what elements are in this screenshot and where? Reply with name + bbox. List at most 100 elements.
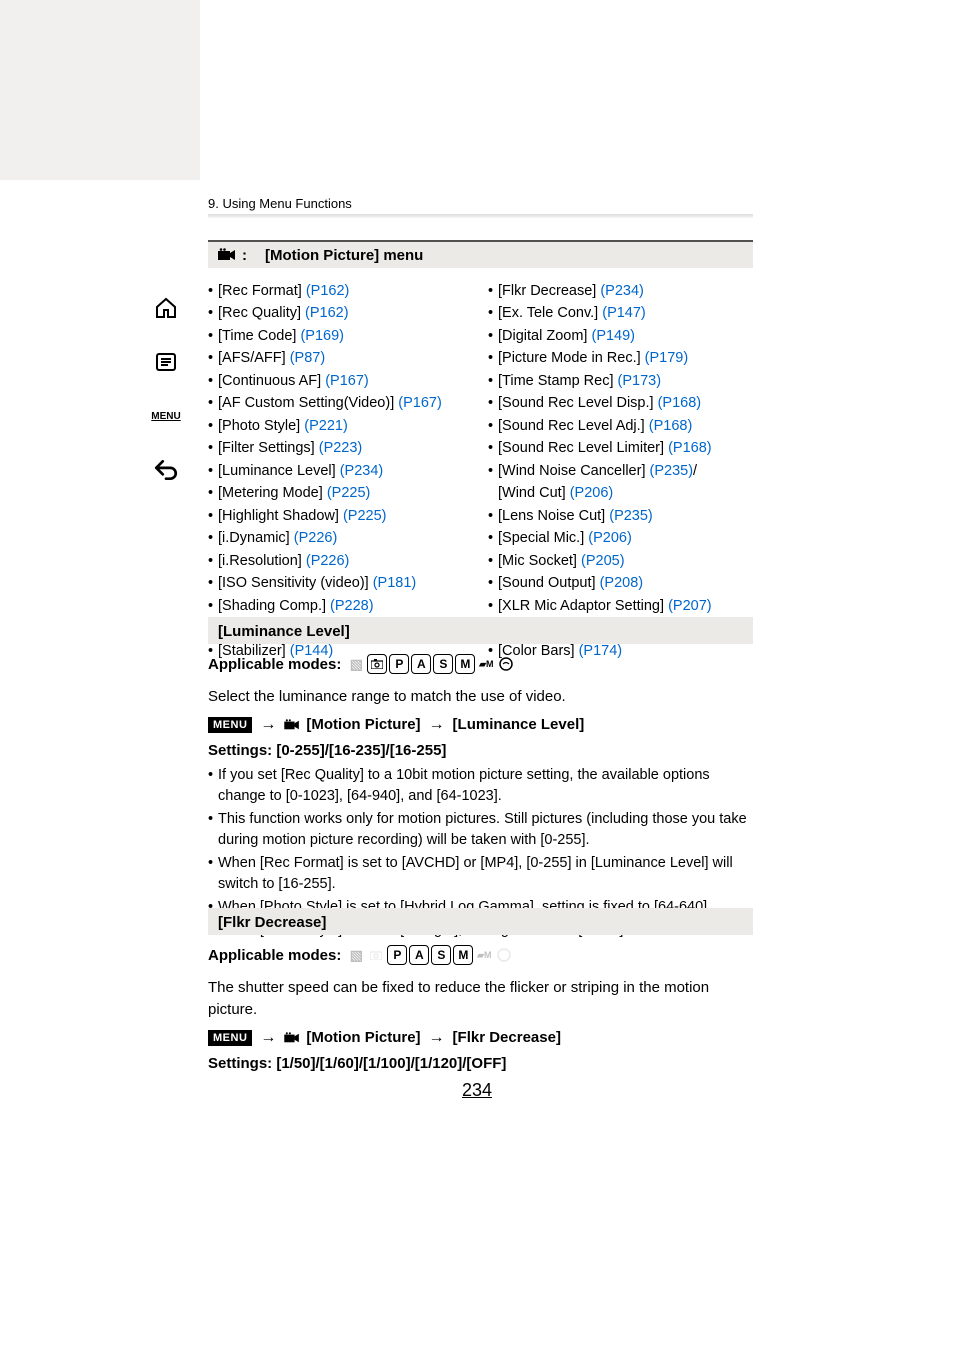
applicable-modes-row: Applicable modes: ▧ P A S M ▰M: [208, 945, 753, 965]
page-ref-link[interactable]: (P167): [398, 395, 442, 411]
item-label: [Sound Rec Level Disp.]: [498, 395, 658, 411]
item-text: [Photo Style] (P221): [218, 415, 348, 437]
list-item: •[Highlight Shadow] (P225): [208, 505, 488, 527]
page-ref-link[interactable]: (P228): [330, 598, 374, 614]
side-nav: MENU: [148, 290, 194, 506]
bullet-icon: •: [488, 415, 498, 437]
page-ref-link[interactable]: (P221): [304, 418, 348, 434]
page-ref-link[interactable]: (P167): [325, 373, 369, 389]
path-segment: [Flkr Decrease]: [453, 1029, 561, 1046]
page-ref-link[interactable]: (P181): [373, 575, 417, 591]
mode-s: S: [433, 654, 453, 674]
page-ref-link[interactable]: (P225): [343, 508, 387, 524]
page-ref-link[interactable]: (P235): [650, 463, 694, 479]
back-icon[interactable]: [148, 452, 184, 488]
list-item: •[Digital Zoom] (P149): [488, 325, 768, 347]
path-segment: [Motion Picture]: [306, 716, 420, 733]
item-label: [ISO Sensitivity (video)]: [218, 575, 373, 591]
page-ref-link[interactable]: (P179): [645, 350, 689, 366]
page-ref-link[interactable]: (P205): [581, 553, 625, 569]
item-text: [Filter Settings] (P223): [218, 437, 362, 459]
bullet-icon: •: [208, 595, 218, 617]
note-item: •If you set [Rec Quality] to a 10bit mot…: [208, 765, 753, 807]
page-ref-link[interactable]: (P169): [300, 328, 344, 344]
page-ref-link[interactable]: (P162): [305, 305, 349, 321]
menu-title-label: [Motion Picture] menu: [265, 247, 423, 264]
page-ref-link[interactable]: (P225): [327, 485, 371, 501]
item-text: [Wind Cut] (P206): [498, 482, 613, 504]
page-ref-link[interactable]: (P168): [658, 395, 702, 411]
modes-label: Applicable modes:: [208, 947, 341, 964]
bullet-icon: •: [208, 437, 218, 459]
item-text: [XLR Mic Adaptor Setting] (P207): [498, 595, 712, 617]
bullet-icon: •: [488, 550, 498, 572]
menu-icon[interactable]: MENU: [148, 398, 184, 434]
page-ref-link[interactable]: (P206): [570, 485, 614, 501]
page-ref-link[interactable]: (P226): [294, 530, 338, 546]
item-text: [Lens Noise Cut] (P235): [498, 505, 653, 527]
arrow-icon: →: [260, 1029, 276, 1047]
bullet-icon: •: [488, 505, 498, 527]
section-title: [Luminance Level]: [208, 617, 753, 644]
item-label: [i.Dynamic]: [218, 530, 294, 546]
page-ref-link[interactable]: (P173): [618, 373, 662, 389]
list-item: •[Ex. Tele Conv.] (P147): [488, 302, 768, 324]
item-label: [Highlight Shadow]: [218, 508, 343, 524]
page-ref-link[interactable]: (P206): [588, 530, 632, 546]
breadcrumb: 9. Using Menu Functions: [208, 196, 352, 211]
item-text: [i.Dynamic] (P226): [218, 527, 337, 549]
item-label: [Picture Mode in Rec.]: [498, 350, 645, 366]
item-text: [AFS/AFF] (P87): [218, 347, 325, 369]
page-ref-link[interactable]: (P235): [609, 508, 653, 524]
item-text: [Sound Rec Level Disp.] (P168): [498, 392, 701, 414]
settings-line: Settings: [1/50]/[1/60]/[1/100]/[1/120]/…: [208, 1055, 753, 1072]
home-icon[interactable]: [148, 290, 184, 326]
settings-line: Settings: [0-255]/[16-235]/[16-255]: [208, 742, 753, 759]
page-ref-link[interactable]: (P207): [668, 598, 712, 614]
page-ref-link[interactable]: (P168): [649, 418, 693, 434]
menu-path: MENU → [Motion Picture] → [Flkr Decrease…: [208, 1029, 753, 1047]
list-item: •[Time Stamp Rec] (P173): [488, 370, 768, 392]
item-label: [Photo Style]: [218, 418, 304, 434]
list-item: •[Filter Settings] (P223): [208, 437, 488, 459]
mode-p: P: [389, 654, 409, 674]
page-ref-link[interactable]: (P168): [668, 440, 712, 456]
item-label: [XLR Mic Adaptor Setting]: [498, 598, 668, 614]
list-item: •[Metering Mode] (P225): [208, 482, 488, 504]
item-label: [Rec Quality]: [218, 305, 305, 321]
list-item: •[Lens Noise Cut] (P235): [488, 505, 768, 527]
page-ref-link[interactable]: (P234): [340, 463, 384, 479]
item-text: [Special Mic.] (P206): [498, 527, 632, 549]
section-title: [Flkr Decrease]: [208, 908, 753, 935]
list-item: •[Picture Mode in Rec.] (P179): [488, 347, 768, 369]
page-ref-link[interactable]: (P87): [290, 350, 325, 366]
item-text: [Rec Quality] (P162): [218, 302, 349, 324]
page-ref-link[interactable]: (P147): [602, 305, 646, 321]
page-ref-link[interactable]: (P162): [306, 283, 350, 299]
bullet-icon: •: [488, 527, 498, 549]
item-label: [Sound Rec Level Adj.]: [498, 418, 649, 434]
list-item: •[Special Mic.] (P206): [488, 527, 768, 549]
bullet-icon: •: [208, 550, 218, 572]
bullet-icon: •: [488, 370, 498, 392]
item-label: [Metering Mode]: [218, 485, 327, 501]
list-item: •[Luminance Level] (P234): [208, 460, 488, 482]
page-ref-link[interactable]: (P223): [319, 440, 363, 456]
sidebar-background: [0, 0, 200, 180]
item-label: [Luminance Level]: [218, 463, 340, 479]
page-ref-link[interactable]: (P226): [306, 553, 350, 569]
item-text: [Rec Format] (P162): [218, 280, 349, 302]
video-icon: [284, 719, 300, 731]
page-ref-link[interactable]: (P149): [591, 328, 635, 344]
page-number[interactable]: 234: [0, 1080, 954, 1101]
bullet-icon: •: [208, 505, 218, 527]
note-text: This function works only for motion pict…: [218, 809, 753, 851]
page-ref-link[interactable]: (P234): [600, 283, 644, 299]
item-label: [Flkr Decrease]: [498, 283, 600, 299]
item-label: [Mic Socket]: [498, 553, 581, 569]
list-item: •[Mic Socket] (P205): [488, 550, 768, 572]
bullet-icon: •: [208, 482, 218, 504]
text-icon[interactable]: [148, 344, 184, 380]
page-ref-link[interactable]: (P208): [600, 575, 644, 591]
mode-a: A: [411, 654, 431, 674]
